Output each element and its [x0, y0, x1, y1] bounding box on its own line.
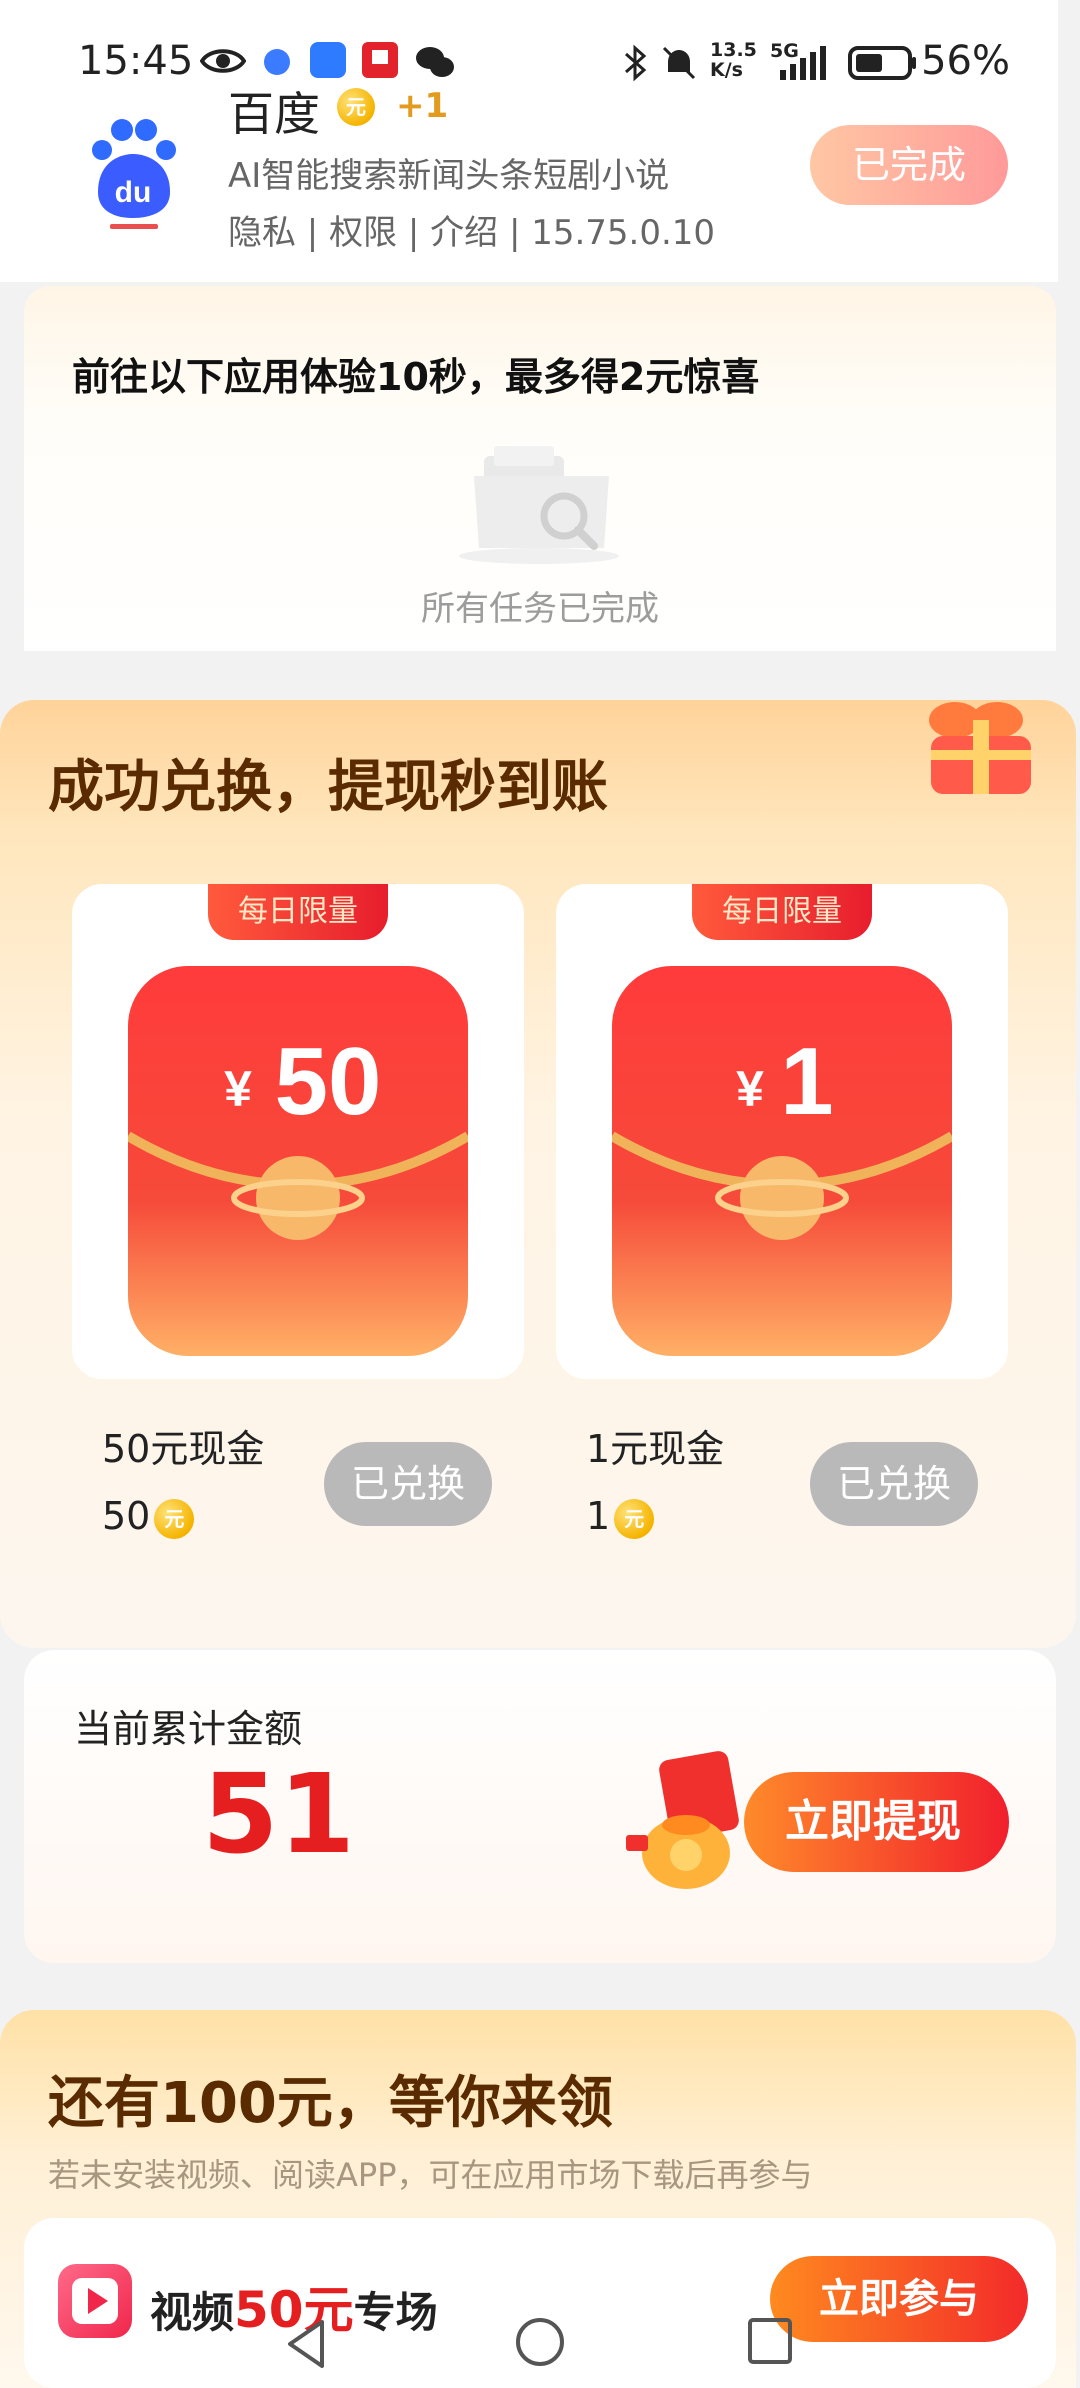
gift-box-icon [929, 702, 1031, 794]
svg-text:du: du [115, 176, 152, 209]
experience-title: 前往以下应用体验10秒，最多得2元惊喜 [72, 355, 760, 399]
circle-app-icon [264, 49, 290, 75]
battery-icon [848, 46, 916, 80]
total-value: 51 [202, 1750, 356, 1878]
app-description: AI智能搜索新闻头条短剧小说 [228, 156, 670, 196]
eye-icon [200, 49, 246, 73]
total-label: 当前累计金额 [74, 1707, 303, 1751]
prize-card[interactable]: 每日限量 ¥ 50 [72, 884, 524, 1379]
more-subtitle: 若未安装视频、阅读APP，可在应用市场下载后再参与 [48, 2156, 813, 2194]
withdraw-button[interactable]: 立即提现 [744, 1772, 1009, 1872]
more-title: 还有100元，等你来领 [48, 2071, 613, 2136]
experience-card: 前往以下应用体验10秒，最多得2元惊喜 所有任务已完成 [24, 286, 1056, 651]
exchange-title: 成功兑换，提现秒到账 [48, 755, 608, 820]
empty-state-text: 所有任务已完成 [421, 589, 659, 629]
app-market-icon [310, 42, 346, 78]
exchange-section: 成功兑换，提现秒到账 每日限量 ¥ 50 50元现金 50 元 已兑换 每日限量… [0, 700, 1076, 1648]
navigation-bar [0, 2300, 1080, 2388]
prize-cost: 50 元 [102, 1494, 195, 1539]
prize-cost: 1元 [586, 1494, 655, 1539]
wechat-icon [416, 47, 454, 77]
mute-icon [662, 46, 696, 80]
empty-folder-search-icon [459, 446, 619, 564]
bluetooth-icon [625, 44, 647, 82]
redeemed-button[interactable]: 已兑换 [810, 1442, 978, 1526]
total-amount-card: 当前累计金额 51 立即提现 [24, 1650, 1056, 1963]
status-time: 15:45 [78, 38, 194, 84]
back-icon[interactable] [282, 2316, 330, 2372]
red-envelope-icon: ¥ 1 [612, 966, 952, 1356]
prize-card[interactable]: 每日限量 ¥ 1 [556, 884, 1008, 1379]
signal-icon [780, 46, 826, 80]
prize-cost-value: 1 [586, 1494, 611, 1538]
recents-icon[interactable] [746, 2316, 794, 2366]
daily-limit-tag: 每日限量 [692, 884, 872, 940]
daily-limit-tag: 每日限量 [208, 884, 388, 940]
red-envelope-icon: ¥ 50 [128, 966, 468, 1356]
currency-symbol: ¥ [736, 1061, 764, 1117]
home-icon[interactable] [514, 2316, 566, 2368]
prize-cost-value: 50 [102, 1494, 151, 1538]
currency-symbol: ¥ [224, 1061, 252, 1117]
battery-percent: 56% [921, 38, 1010, 84]
completed-button[interactable]: 已完成 [810, 125, 1008, 205]
money-bag-envelope-icon [626, 1751, 739, 1889]
net-speed-value: 13.5 [710, 39, 757, 61]
prize-name: 50元现金 [102, 1427, 265, 1471]
net-speed-unit: K/s [710, 59, 743, 81]
baidu-app-icon[interactable]: du [80, 112, 186, 232]
securities-app-icon [362, 42, 398, 78]
net-speed: 13.5 K/s [710, 40, 757, 80]
prize-amount: 1 [780, 1028, 833, 1135]
coin-icon: 元 [154, 1498, 195, 1539]
prize-amount: 50 [275, 1028, 382, 1135]
prize-name: 1元现金 [586, 1427, 725, 1471]
status-bar: 15:45 13.5 K/s 5G 56% [0, 0, 1080, 130]
app-meta-links[interactable]: 隐私 | 权限 | 介绍 | 15.75.0.10 [228, 205, 715, 254]
redeemed-button[interactable]: 已兑换 [324, 1442, 492, 1526]
coin-icon: 元 [614, 1498, 655, 1539]
